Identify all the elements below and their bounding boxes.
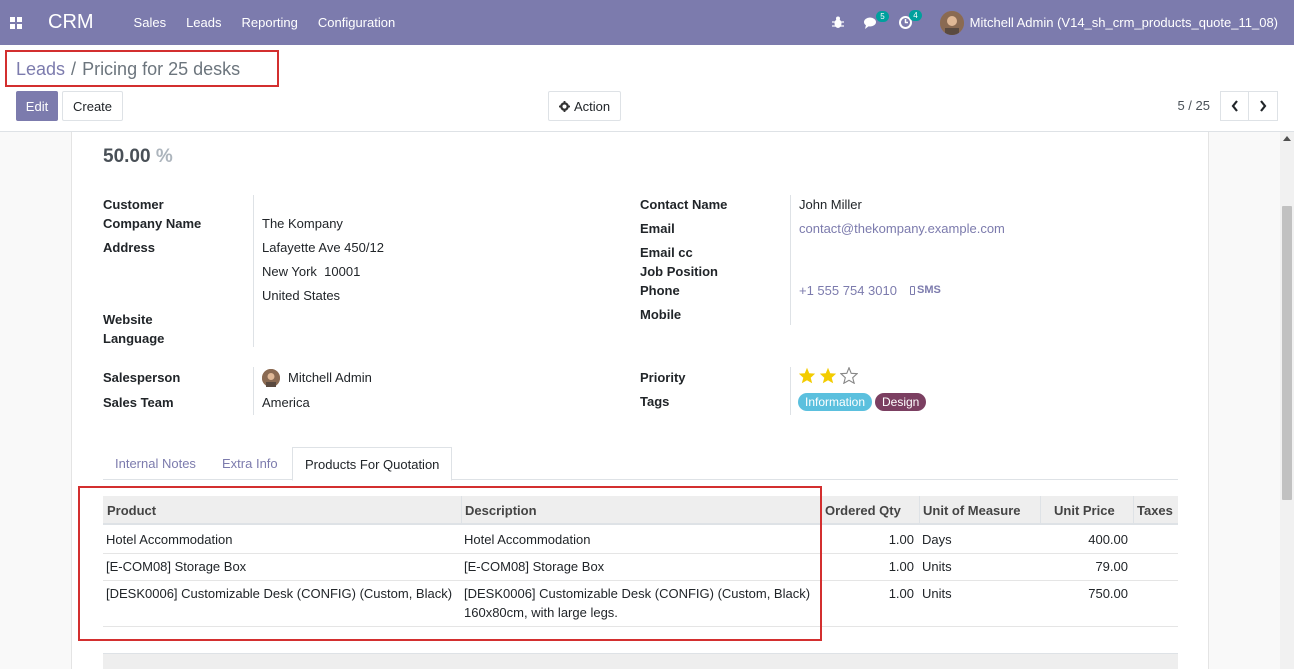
apps-menu-icon[interactable] [0,0,32,45]
field-divider [790,195,791,325]
job-position-label: Job Position [640,264,718,279]
probability-unit: % [155,146,173,167]
column-ordered-qty[interactable]: Ordered Qty [825,503,901,518]
cell-qty: 1.00 [888,559,914,574]
activity-clock-icon[interactable]: 4 [898,10,922,29]
column-separator [1133,496,1134,525]
scrollbar-thumb[interactable] [1282,206,1292,500]
cell-uom: Days [922,532,952,547]
column-unit-price[interactable]: Unit Price [1054,503,1115,518]
column-taxes[interactable]: Taxes [1137,503,1173,518]
action-button[interactable]: Action [548,91,622,121]
menu-configuration[interactable]: Configuration [318,15,395,30]
cell-uom: Units [922,586,952,601]
pager-previous-button[interactable] [1220,91,1249,121]
salesperson-label: Salesperson [103,370,181,385]
field-divider [253,367,254,415]
star-filled-icon[interactable] [798,367,816,384]
salesperson-value[interactable]: Mitchell Admin [288,370,372,385]
notebook-tabs: Internal Notes Extra Info Products For Q… [103,447,1178,481]
menu-sales[interactable]: Sales [134,15,167,30]
cell-unit-price: 400.00 [1088,532,1128,547]
probability-value: 50.00 [103,146,151,167]
field-divider [790,367,791,415]
tab-internal-notes[interactable]: Internal Notes [103,447,208,480]
chat-count-badge: 5 [876,10,889,22]
cell-uom: Units [922,559,952,574]
tag-design[interactable]: Design [875,393,927,411]
priority-stars[interactable] [798,367,858,384]
app-brand[interactable]: CRM [48,11,94,34]
mobile-phone-icon [910,285,915,295]
salesperson-avatar [262,369,280,387]
top-navbar: CRM Sales Leads Reporting Configuration … [0,0,1294,45]
contact-name-label: Contact Name [640,197,728,212]
column-separator [919,496,920,525]
scroll-up-arrow-icon[interactable] [1283,136,1291,141]
address-city-zip: New York 10001 [262,264,361,279]
address-label: Address [103,240,156,255]
email-cc-label: Email cc [640,245,693,260]
star-empty-icon[interactable] [840,367,858,384]
pager-value[interactable]: 5 / 25 [1177,98,1210,113]
gear-icon [559,100,570,112]
contact-name-value: John Miller [799,197,862,212]
priority-label: Priority [640,370,686,385]
probability-field[interactable]: 50.00 % [103,146,173,168]
pager-buttons [1220,91,1278,121]
tag-information[interactable]: Information [798,393,873,411]
cell-qty: 1.00 [888,586,914,601]
cell-qty: 1.00 [888,532,914,547]
action-button-label: Action [574,98,611,114]
phone-label: Phone [640,283,680,298]
email-label: Email [640,221,675,236]
customer-label: Customer [103,197,164,212]
cell-unit-price: 79.00 [1095,559,1128,574]
address-country: United States [262,288,341,303]
chevron-left-icon [1231,100,1238,112]
edit-button[interactable]: Edit [16,91,58,121]
company-name-label: Company Name [103,216,202,231]
column-unit-of-measure[interactable]: Unit of Measure [923,503,1021,518]
mobile-label: Mobile [640,307,682,322]
cell-unit-price: 750.00 [1088,586,1128,601]
sms-button[interactable]: SMS [910,284,941,296]
chat-icon[interactable]: 5 [863,10,889,29]
breadcrumb-highlight-box [5,50,279,87]
star-filled-icon[interactable] [819,367,837,384]
table-footer [103,653,1178,669]
phone-link[interactable]: +1 555 754 3010 [799,283,897,298]
tab-products-for-quotation[interactable]: Products For Quotation [292,447,453,481]
table-highlight-box [78,486,822,641]
sales-team-value[interactable]: America [262,395,310,410]
sms-label: SMS [917,284,941,296]
debug-bug-icon[interactable] [831,16,844,29]
activity-count-badge: 4 [909,10,922,21]
column-separator [1040,496,1041,525]
tags-label: Tags [640,394,670,409]
field-divider [253,195,254,347]
email-link[interactable]: contact@thekompany.example.com [799,221,1005,236]
menu-reporting[interactable]: Reporting [242,15,298,30]
user-menu[interactable]: Mitchell Admin (V14_sh_crm_products_quot… [970,15,1278,30]
vertical-scrollbar[interactable] [1280,132,1294,669]
tab-extra-info[interactable]: Extra Info [210,447,290,480]
sales-team-label: Sales Team [103,395,174,410]
address-street: Lafayette Ave 450/12 [262,240,384,255]
chevron-right-icon [1260,100,1267,112]
company-name-value: The Kompany [262,216,343,231]
pager-next-button[interactable] [1249,91,1278,121]
language-label: Language [103,331,165,346]
user-avatar[interactable] [939,10,964,35]
menu-leads[interactable]: Leads [186,15,221,30]
website-label: Website [103,312,153,327]
create-button[interactable]: Create [62,91,124,121]
